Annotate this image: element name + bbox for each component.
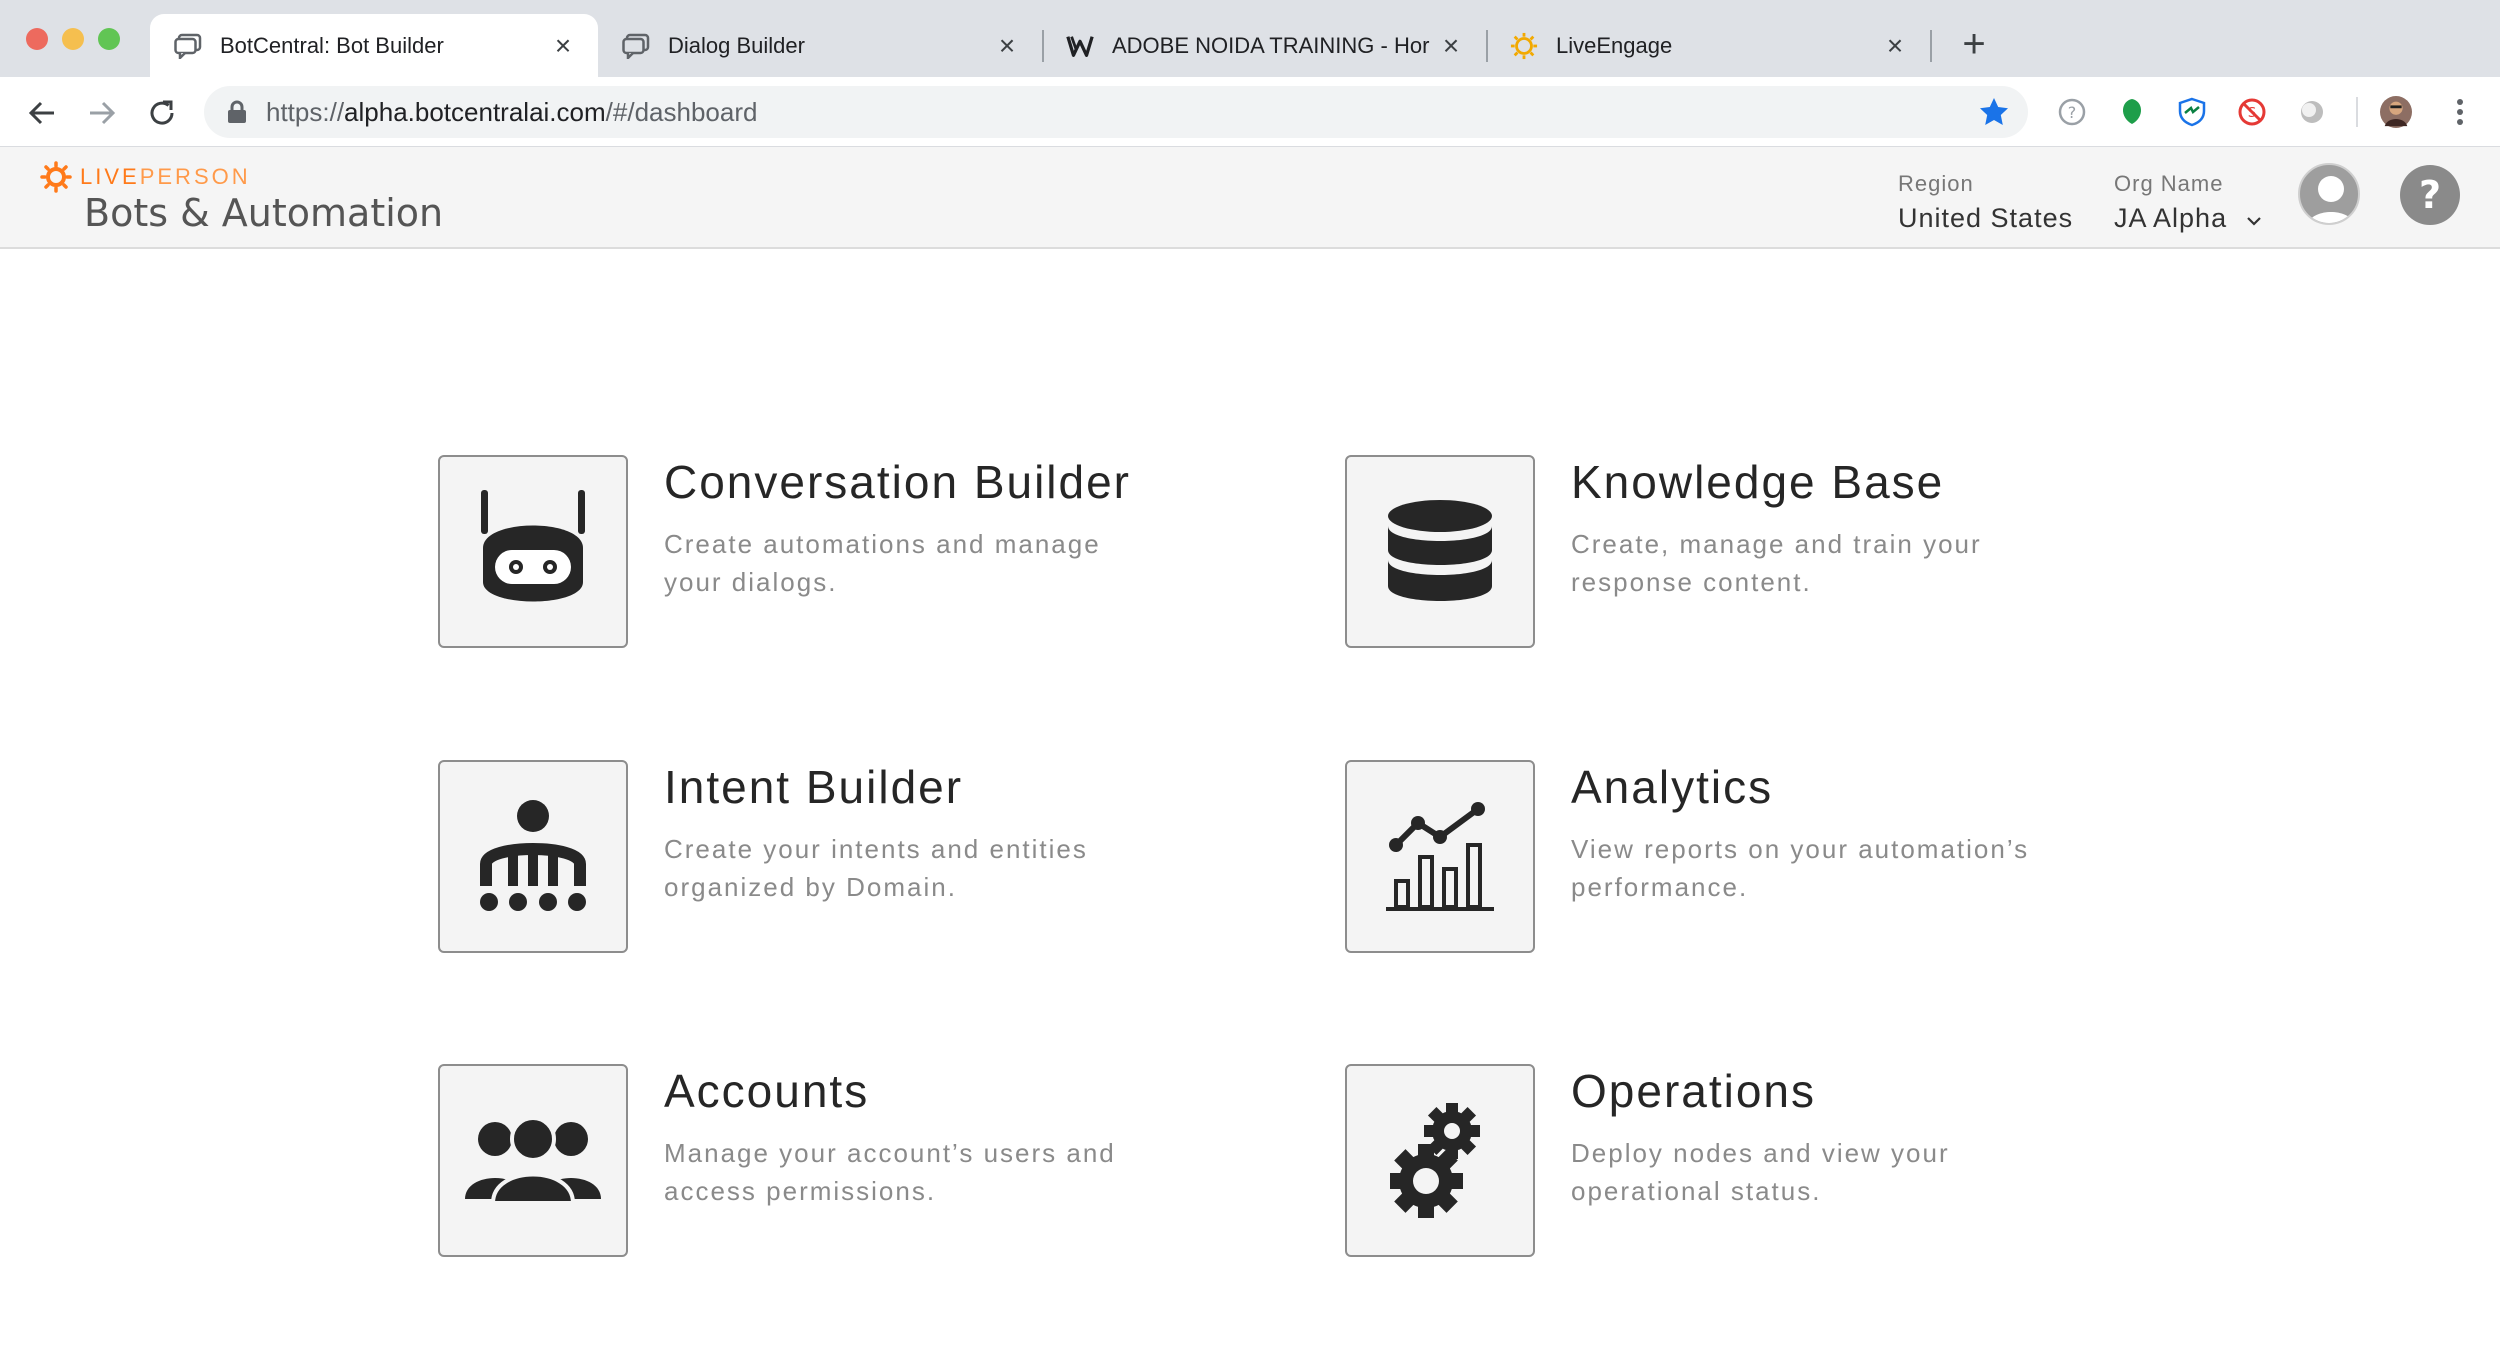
card-knowledge-base[interactable]: Knowledge Base Create, manage and train … — [1345, 455, 2045, 651]
tab-title: BotCentral: Bot Builder — [220, 32, 444, 58]
user-icon — [2307, 176, 2355, 223]
chat-bubble-icon — [622, 32, 650, 60]
forward-arrow-icon — [90, 101, 116, 125]
reload-icon — [150, 100, 174, 125]
user-avatar[interactable] — [2298, 163, 2360, 225]
analytics-chart-icon — [1386, 801, 1494, 911]
tab-dialog-builder[interactable]: Dialog Builder × — [598, 14, 1042, 77]
liveperson-sun-icon — [40, 161, 72, 193]
product-title: Bots & Automation — [84, 191, 444, 235]
url-path: /#/dashboard — [605, 97, 758, 127]
card-description: Deploy nodes and view your operational s… — [1571, 1138, 1950, 1206]
close-icon[interactable]: × — [1438, 31, 1464, 59]
brand-name-light: PERSON — [139, 164, 251, 189]
menu-dots-icon[interactable] — [2444, 96, 2476, 128]
green-leaf-extension-icon[interactable] — [2116, 96, 2148, 128]
database-icon — [1388, 499, 1492, 601]
reload-button[interactable] — [142, 93, 182, 133]
help-extension-icon[interactable]: ? — [2056, 96, 2088, 128]
card-description: View reports on your automation’s perfor… — [1571, 834, 2030, 902]
svg-text:?: ? — [2068, 103, 2077, 122]
card-tile[interactable] — [438, 1064, 628, 1257]
toolbar-separator — [2356, 97, 2358, 127]
sun-logo-icon — [1510, 32, 1538, 60]
window-zoom-button[interactable] — [98, 28, 120, 50]
card-conversation-builder[interactable]: Conversation Builder Create automations … — [438, 455, 1138, 651]
back-arrow-icon — [28, 101, 54, 125]
robot-icon — [481, 489, 585, 601]
forward-button[interactable] — [82, 93, 122, 133]
url-host: alpha.botcentralai.com — [344, 97, 606, 127]
lock-icon — [228, 100, 246, 123]
back-button[interactable] — [22, 93, 62, 133]
org-name-label: Org Name — [2114, 171, 2224, 196]
tab-separator — [1930, 30, 1932, 62]
url-text: https://alpha.botcentralai.com/#/dashboa… — [266, 86, 757, 138]
card-analytics[interactable]: Analytics View reports on your automatio… — [1345, 760, 2045, 956]
org-name-value: JA Alpha — [2114, 203, 2228, 233]
svg-text:S: S — [2248, 106, 2256, 121]
browser-toolbar: https://alpha.botcentralai.com/#/dashboa… — [0, 77, 2500, 147]
address-bar[interactable]: https://alpha.botcentralai.com/#/dashboa… — [204, 86, 2028, 138]
card-title: Operations — [1571, 1065, 1817, 1117]
card-description: Create, manage and train your response c… — [1571, 529, 1982, 597]
window-minimize-button[interactable] — [62, 28, 84, 50]
users-group-icon — [465, 1118, 601, 1203]
card-title: Analytics — [1571, 761, 1774, 813]
card-title: Intent Builder — [664, 761, 964, 813]
brand-name-bold: LIVE — [80, 164, 140, 189]
close-icon[interactable]: × — [1882, 31, 1908, 59]
tab-liveengage[interactable]: LiveEngage × — [1486, 14, 1930, 77]
card-title: Conversation Builder — [664, 456, 1132, 508]
new-tab-button[interactable]: + — [1956, 22, 1992, 66]
card-tile[interactable] — [438, 455, 628, 648]
brand-name: LIVEPERSON — [80, 164, 251, 190]
circle-extension-icon[interactable] — [2296, 96, 2328, 128]
tab-botcentral[interactable]: BotCentral: Bot Builder × — [150, 14, 598, 77]
liveperson-logo[interactable]: LIVEPERSON — [40, 161, 251, 193]
card-description: Create your intents and entities organiz… — [664, 834, 1088, 902]
blocked-extension-icon[interactable]: S — [2236, 96, 2268, 128]
intent-tree-icon — [480, 799, 586, 911]
tab-title: ADOBE NOIDA TRAINING - Hor — [1112, 32, 1430, 58]
region-value: United States — [1898, 203, 2074, 233]
window-close-button[interactable] — [26, 28, 48, 50]
card-tile[interactable] — [1345, 1064, 1535, 1257]
close-icon[interactable]: × — [550, 31, 576, 59]
tab-title: LiveEngage — [1556, 32, 1673, 58]
gears-icon — [1390, 1102, 1480, 1218]
bookmark-star-icon[interactable] — [1978, 96, 2010, 128]
card-tile[interactable] — [1345, 455, 1535, 648]
profile-avatar-icon[interactable] — [2380, 96, 2412, 128]
help-button[interactable]: ? — [2400, 165, 2460, 225]
card-title: Accounts — [664, 1065, 870, 1117]
card-operations[interactable]: Operations Deploy nodes and view your op… — [1345, 1064, 2045, 1260]
card-accounts[interactable]: Accounts Manage your account’s users and… — [438, 1064, 1138, 1260]
card-title: Knowledge Base — [1571, 456, 1945, 508]
card-intent-builder[interactable]: Intent Builder Create your intents and e… — [438, 760, 1138, 956]
shield-extension-icon[interactable] — [2176, 96, 2208, 128]
card-description: Create automations and manage your dialo… — [664, 529, 1101, 597]
chat-bubble-icon — [174, 32, 202, 60]
card-description: Manage your account’s users and access p… — [664, 1138, 1116, 1206]
w-logo-icon — [1066, 32, 1094, 60]
card-tile[interactable] — [438, 760, 628, 953]
tab-title: Dialog Builder — [668, 32, 805, 58]
chevron-down-icon — [2246, 203, 2262, 234]
region-label: Region — [1898, 171, 1974, 196]
org-name-dropdown[interactable]: JA Alpha — [2114, 203, 2262, 234]
tab-adobe-training[interactable]: ADOBE NOIDA TRAINING - Hor × — [1042, 14, 1486, 77]
card-tile[interactable] — [1345, 760, 1535, 953]
url-scheme: https:// — [266, 97, 345, 127]
browser-tab-strip: BotCentral: Bot Builder × Dialog Builder… — [0, 0, 2500, 77]
app-header: LIVEPERSON Bots & Automation Region Unit… — [0, 147, 2500, 249]
close-icon[interactable]: × — [994, 31, 1020, 59]
